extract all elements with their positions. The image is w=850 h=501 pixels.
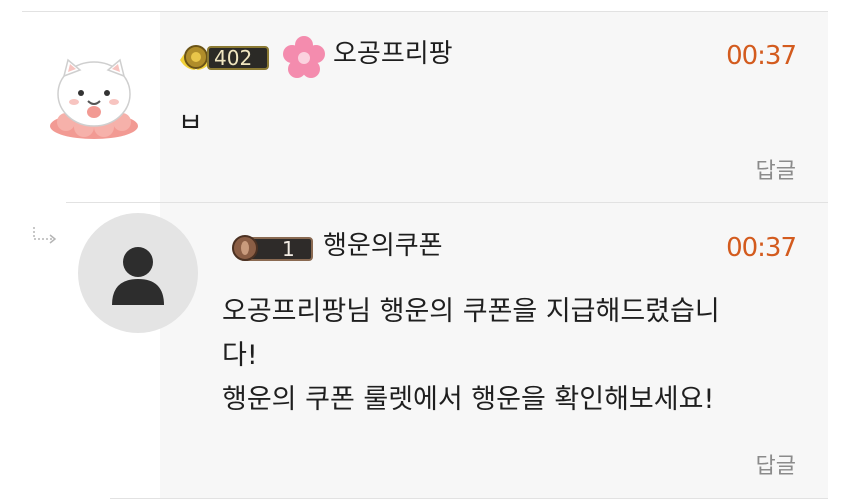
comment-time: 00:37 [726, 41, 797, 71]
level-number: 402 [214, 46, 253, 70]
username[interactable]: 오공프리팡 [333, 38, 453, 70]
comment-time: 00:37 [726, 233, 797, 263]
bronze-level-badge-icon [232, 235, 313, 261]
avatar[interactable] [48, 52, 140, 140]
comment-text: ㅂ [178, 108, 203, 139]
pink-flower-icon [282, 36, 326, 80]
bottom-divider [110, 498, 828, 499]
level-badge: 1 [230, 231, 314, 265]
username[interactable]: 행운의쿠폰 [323, 230, 443, 262]
avatar[interactable] [78, 213, 198, 333]
level-number: 1 [282, 237, 295, 261]
level-badge: 402 [178, 40, 270, 74]
reply-button[interactable]: 답글 [756, 453, 796, 481]
white-cat-sticker-icon [50, 58, 138, 139]
comment-text: 오공프리팡님 행운의 쿠폰을 지급해드렸습니 다! 행운의 쿠폰 룰렛에서 행운… [222, 296, 720, 415]
reply-button[interactable]: 답글 [756, 158, 796, 186]
default-user-icon [112, 247, 164, 305]
reply-arrow-icon [31, 225, 59, 245]
